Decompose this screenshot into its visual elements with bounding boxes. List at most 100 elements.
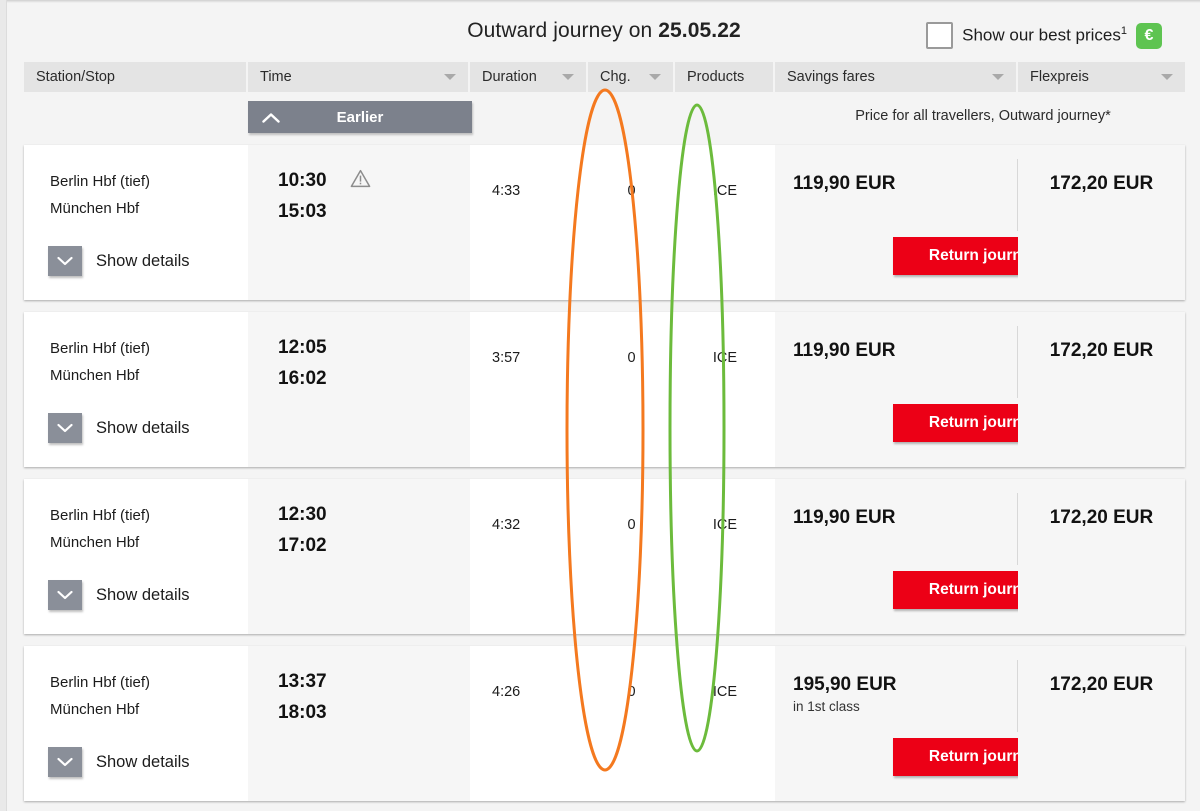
cell-flex-fare: 172,20 EUR	[1018, 479, 1185, 634]
flex-fare-price: 172,20 EUR	[1049, 507, 1154, 528]
flex-fare-price: 172,20 EUR	[1049, 340, 1154, 361]
table-row[interactable]: Berlin Hbf (tief) München Hbf Show detai…	[24, 479, 1185, 634]
table-row[interactable]: Berlin Hbf (tief) München Hbf Show detai…	[24, 646, 1185, 801]
arrival-time: 15:03	[278, 201, 327, 222]
column-header-flexpreis[interactable]: Flexpreis	[1018, 62, 1185, 92]
best-prices-text: Show our best prices	[962, 25, 1121, 45]
column-header-savings-fares-label: Savings fares	[787, 69, 875, 85]
changes-value: 0	[627, 350, 636, 366]
column-header-duration-label: Duration	[482, 69, 537, 85]
changes-value: 0	[627, 517, 636, 533]
warning-icon[interactable]	[350, 169, 371, 193]
chevron-down-icon	[48, 413, 82, 443]
column-header-changes[interactable]: Chg.	[588, 62, 675, 92]
cell-station: Berlin Hbf (tief) München Hbf Show detai…	[24, 646, 248, 801]
cell-flex-fare: 172,20 EUR	[1018, 312, 1185, 467]
cell-savings-fare: 195,90 EUR in 1st class Return journey	[775, 646, 1075, 801]
earlier-toolbar: Earlier Price for all travellers, Outwar…	[24, 101, 1185, 135]
cell-changes: 0	[588, 646, 675, 801]
table-row[interactable]: Berlin Hbf (tief) München Hbf Show detai…	[24, 312, 1185, 467]
column-header-products[interactable]: Products	[675, 62, 775, 92]
arrival-time: 18:03	[278, 702, 327, 723]
column-header-savings-fares[interactable]: Savings fares	[775, 62, 1018, 92]
cell-duration: 3:57	[470, 312, 588, 467]
column-header-time-label: Time	[260, 69, 292, 85]
page-title-prefix: Outward journey on	[467, 19, 659, 42]
earlier-button[interactable]: Earlier	[248, 101, 472, 133]
origin-station: Berlin Hbf (tief)	[50, 173, 151, 190]
show-details-label: Show details	[96, 418, 190, 437]
cell-time: 12:30 17:02	[248, 479, 470, 634]
table-row[interactable]: Berlin Hbf (tief) München Hbf Show detai…	[24, 145, 1185, 300]
changes-value: 0	[627, 183, 636, 199]
cell-changes: 0	[588, 312, 675, 467]
station-pair: Berlin Hbf (tief) München Hbf	[50, 669, 150, 723]
chevron-up-icon	[248, 112, 294, 123]
page-header: Outward journey on 25.05.22 Show our bes…	[8, 4, 1200, 60]
column-header-station[interactable]: Station/Stop	[24, 62, 248, 92]
show-details-button[interactable]: Show details	[48, 246, 190, 276]
euro-badge-icon[interactable]: €	[1136, 22, 1162, 49]
show-details-button[interactable]: Show details	[48, 747, 190, 777]
cell-time: 10:30 15:03	[248, 145, 470, 300]
cell-duration: 4:33	[470, 145, 588, 300]
destination-station: München Hbf	[50, 534, 140, 551]
left-gutter	[0, 0, 7, 811]
origin-station: Berlin Hbf (tief)	[50, 507, 151, 524]
show-details-label: Show details	[96, 251, 190, 270]
chevron-down-icon	[444, 74, 456, 80]
departure-time: 12:30	[278, 504, 327, 525]
top-gradient	[0, 0, 1200, 3]
cell-savings-fare: 119,90 EUR Return journey	[775, 145, 1075, 300]
departure-time: 13:37	[278, 671, 327, 692]
show-details-button[interactable]: Show details	[48, 413, 190, 443]
departure-time: 10:30	[278, 170, 327, 191]
chevron-down-icon	[562, 74, 574, 80]
product-value: ICE	[712, 684, 738, 700]
time-pair: 12:30 17:02	[278, 499, 327, 561]
cell-savings-fare: 119,90 EUR Return journey	[775, 479, 1075, 634]
departure-time: 12:05	[278, 337, 327, 358]
time-pair: 13:37 18:03	[278, 666, 327, 728]
destination-station: München Hbf	[50, 200, 140, 217]
savings-fare-note: in 1st class	[793, 699, 860, 714]
changes-value: 0	[627, 684, 636, 700]
savings-fare-price: 119,90 EUR	[793, 173, 896, 194]
chevron-down-icon	[1161, 74, 1173, 80]
arrival-time: 16:02	[278, 368, 327, 389]
chevron-down-icon	[48, 747, 82, 777]
station-pair: Berlin Hbf (tief) München Hbf	[50, 502, 150, 556]
savings-fare-price: 119,90 EUR	[793, 340, 896, 361]
show-details-button[interactable]: Show details	[48, 580, 190, 610]
destination-station: München Hbf	[50, 367, 140, 384]
origin-station: Berlin Hbf (tief)	[50, 674, 151, 691]
show-details-label: Show details	[96, 752, 190, 771]
column-header-time[interactable]: Time	[248, 62, 470, 92]
cell-changes: 0	[588, 145, 675, 300]
flex-fare-price: 172,20 EUR	[1049, 674, 1154, 695]
chevron-down-icon	[992, 74, 1004, 80]
destination-station: München Hbf	[50, 701, 140, 718]
cell-changes: 0	[588, 479, 675, 634]
product-value: ICE	[712, 517, 738, 533]
savings-fare-price: 195,90 EUR	[793, 674, 897, 695]
table-column-headers: Station/Stop Time Duration Chg. Products…	[24, 62, 1185, 92]
chevron-down-icon	[48, 580, 82, 610]
origin-station: Berlin Hbf (tief)	[50, 340, 151, 357]
cell-products: ICE	[675, 479, 775, 634]
chevron-down-icon	[48, 246, 82, 276]
journey-date: 25.05.22	[658, 19, 741, 42]
column-header-station-label: Station/Stop	[36, 69, 115, 85]
station-pair: Berlin Hbf (tief) München Hbf	[50, 168, 150, 222]
column-header-changes-label: Chg.	[600, 69, 631, 85]
duration-value: 3:57	[492, 350, 521, 366]
time-pair: 12:05 16:02	[278, 332, 327, 394]
cell-duration: 4:26	[470, 646, 588, 801]
cell-savings-fare: 119,90 EUR Return journey	[775, 312, 1075, 467]
flex-fare-price: 172,20 EUR	[1049, 173, 1154, 194]
best-prices-control: Show our best prices1 €	[926, 22, 1162, 49]
column-header-duration[interactable]: Duration	[470, 62, 588, 92]
product-value: ICE	[712, 183, 738, 199]
show-best-prices-checkbox[interactable]	[926, 22, 954, 49]
cell-station: Berlin Hbf (tief) München Hbf Show detai…	[24, 312, 248, 467]
